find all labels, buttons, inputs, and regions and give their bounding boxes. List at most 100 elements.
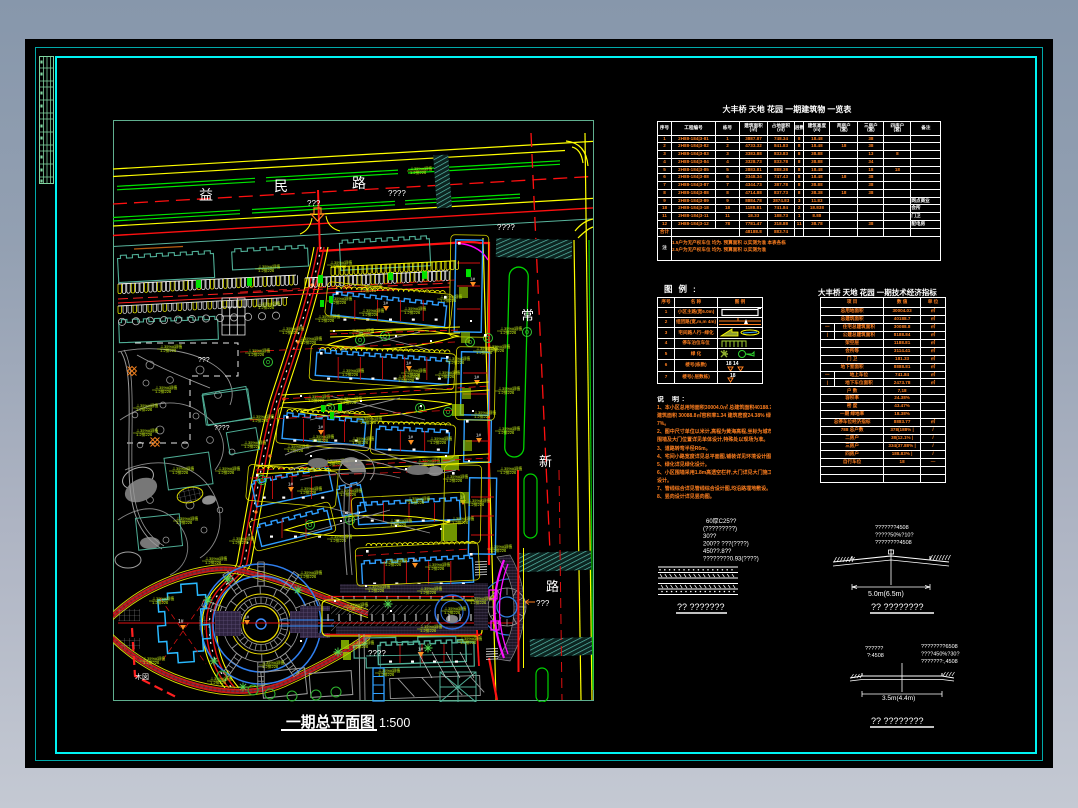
svg-text:1#: 1# bbox=[178, 619, 184, 625]
svg-text:1#: 1# bbox=[383, 301, 389, 306]
svg-text:路: 路 bbox=[352, 175, 366, 191]
svg-text:1.2排226: 1.2排226 bbox=[282, 329, 299, 335]
svg-text:1.2排226: 1.2排226 bbox=[404, 371, 421, 377]
svg-text:5.0m(6.5m): 5.0m(6.5m) bbox=[868, 591, 904, 598]
svg-text:1.2排226: 1.2排226 bbox=[258, 267, 275, 273]
svg-text:1.2排226: 1.2排226 bbox=[420, 627, 437, 633]
svg-text:1.2排226: 1.2排226 bbox=[160, 347, 177, 353]
svg-text:1.2排226: 1.2排226 bbox=[262, 663, 279, 669]
svg-text:????: ???? bbox=[388, 189, 406, 198]
svg-text:1.2排226: 1.2排226 bbox=[176, 519, 193, 525]
svg-text:1.2排226: 1.2排226 bbox=[408, 499, 425, 505]
svg-text:??????: ?????? bbox=[865, 646, 883, 652]
svg-text:1.2排226: 1.2排226 bbox=[385, 561, 402, 567]
svg-text:1#: 1# bbox=[418, 647, 424, 652]
svg-text:1.2排226: 1.2排226 bbox=[346, 605, 363, 611]
svg-text:?:4508: ?:4508 bbox=[867, 653, 884, 659]
svg-text:1.2排226: 1.2排226 bbox=[500, 329, 517, 335]
svg-text:1.2排226: 1.2排226 bbox=[205, 559, 222, 565]
svg-text:1.2排226: 1.2排226 bbox=[340, 491, 357, 497]
svg-text:1.2排226: 1.2排226 bbox=[218, 469, 235, 475]
svg-text:1.2排226: 1.2排226 bbox=[172, 469, 189, 475]
svg-text:1.2排226: 1.2排226 bbox=[232, 539, 249, 545]
svg-text:1.2排226: 1.2排226 bbox=[460, 639, 477, 645]
svg-text:1.2排226: 1.2排226 bbox=[368, 587, 385, 593]
svg-text:1.2排226: 1.2排226 bbox=[378, 671, 395, 677]
svg-text:1.2排226: 1.2排226 bbox=[318, 317, 335, 323]
svg-text:1.2排226: 1.2排226 bbox=[398, 377, 415, 383]
svg-text:1.2排226: 1.2排226 bbox=[498, 389, 515, 395]
svg-text:???: ??? bbox=[307, 199, 321, 208]
svg-text:60厚C25??: 60厚C25?? bbox=[706, 518, 737, 525]
svg-text:1.2排226: 1.2排226 bbox=[248, 351, 265, 357]
svg-text:1.2排226: 1.2排226 bbox=[470, 599, 487, 605]
svg-text:1.2排226: 1.2排226 bbox=[252, 417, 269, 423]
svg-text:1.2排226: 1.2排226 bbox=[360, 419, 377, 425]
svg-text:1.2排226: 1.2排226 bbox=[446, 477, 463, 483]
svg-text:益: 益 bbox=[199, 187, 213, 203]
svg-text:1.2排226: 1.2排226 bbox=[136, 431, 153, 437]
svg-text:1.2排226: 1.2排226 bbox=[136, 406, 153, 412]
svg-text:200?? ???(????): 200?? ???(????) bbox=[703, 542, 749, 548]
svg-text:????????0.93(????): ????????0.93(????) bbox=[703, 557, 759, 563]
svg-text:1.2排226: 1.2排226 bbox=[342, 371, 359, 377]
svg-text:???: ??? bbox=[536, 599, 550, 608]
svg-text:1.2排226: 1.2排226 bbox=[300, 489, 317, 495]
svg-text:????450%?30?: ????450%?30? bbox=[921, 652, 960, 658]
svg-text:1.2排226: 1.2排226 bbox=[498, 429, 515, 435]
svg-text:1.2排226: 1.2排226 bbox=[340, 399, 357, 405]
svg-text:???????4508: ???????4508 bbox=[875, 525, 909, 531]
svg-text:1#: 1# bbox=[408, 435, 414, 440]
svg-text:新: 新 bbox=[539, 454, 552, 469]
svg-text:1.2排226: 1.2排226 bbox=[476, 349, 493, 355]
svg-text:1.2排226: 1.2排226 bbox=[312, 437, 329, 443]
svg-text:1.2排226: 1.2排226 bbox=[430, 439, 447, 445]
svg-text:1#: 1# bbox=[412, 558, 418, 563]
svg-text:1.2排226: 1.2排226 bbox=[155, 388, 172, 394]
svg-text:1#: 1# bbox=[476, 433, 482, 438]
svg-text:木図: 木図 bbox=[135, 672, 149, 681]
svg-text:1.2排226: 1.2排226 bbox=[420, 589, 437, 595]
svg-text:1.2排226: 1.2排226 bbox=[404, 309, 421, 315]
svg-text:?????50%?10?: ?????50%?10? bbox=[875, 533, 914, 539]
svg-text:450??.8??: 450??.8?? bbox=[703, 549, 732, 555]
svg-text:1.2排226: 1.2排226 bbox=[452, 519, 469, 525]
svg-text:1.2排226: 1.2排226 bbox=[352, 439, 369, 445]
svg-text:30??: 30?? bbox=[703, 534, 717, 540]
svg-text:民: 民 bbox=[274, 178, 288, 194]
svg-text:1.2排226: 1.2排226 bbox=[500, 469, 517, 475]
svg-text:1.2排226: 1.2排226 bbox=[474, 413, 491, 419]
svg-text:1.2排226: 1.2排226 bbox=[210, 679, 227, 685]
svg-text:????: ???? bbox=[368, 649, 386, 658]
svg-text:1.2排226: 1.2排226 bbox=[300, 573, 317, 579]
svg-text:1#: 1# bbox=[244, 615, 250, 620]
svg-text:1.2排226: 1.2排226 bbox=[428, 565, 445, 571]
svg-text:1#: 1# bbox=[318, 425, 324, 430]
svg-text:????: ???? bbox=[497, 223, 515, 232]
svg-text:1#: 1# bbox=[470, 277, 476, 282]
svg-text:(?????????): (?????????) bbox=[703, 527, 737, 533]
svg-text:3.5m(4.4m): 3.5m(4.4m) bbox=[882, 695, 915, 702]
svg-text:1.2排226: 1.2排226 bbox=[258, 304, 275, 310]
svg-text:路: 路 bbox=[546, 579, 559, 594]
svg-text:?? ???????: ?? ??????? bbox=[677, 602, 725, 612]
svg-text:1.2排226: 1.2排226 bbox=[244, 443, 261, 449]
svg-text:?? ????????: ?? ???????? bbox=[871, 716, 924, 726]
svg-text:???????:,4508: ???????:,4508 bbox=[921, 659, 958, 665]
svg-text:18 14: 18 14 bbox=[726, 361, 739, 367]
svg-text:????????4508: ????????4508 bbox=[875, 540, 912, 546]
svg-text:1.2排226: 1.2排226 bbox=[152, 599, 169, 605]
svg-text:1.2排226: 1.2排226 bbox=[352, 643, 369, 649]
svg-text:1#: 1# bbox=[474, 375, 480, 380]
svg-text:常: 常 bbox=[521, 308, 534, 323]
svg-text:1.2排226: 1.2排226 bbox=[468, 501, 485, 507]
svg-text:1.2排226: 1.2排226 bbox=[444, 609, 461, 615]
svg-text:1.2排226: 1.2排226 bbox=[410, 169, 427, 175]
svg-text:1.2排226: 1.2排226 bbox=[440, 297, 457, 303]
svg-text:1.2排226: 1.2排226 bbox=[438, 373, 455, 379]
svg-text:???: ??? bbox=[198, 357, 210, 364]
svg-text:1.2排226: 1.2排226 bbox=[490, 547, 507, 553]
svg-text:????????6508: ????????6508 bbox=[921, 644, 958, 650]
svg-text:1.2排226: 1.2排226 bbox=[143, 659, 160, 665]
svg-text:1#: 1# bbox=[406, 361, 412, 366]
